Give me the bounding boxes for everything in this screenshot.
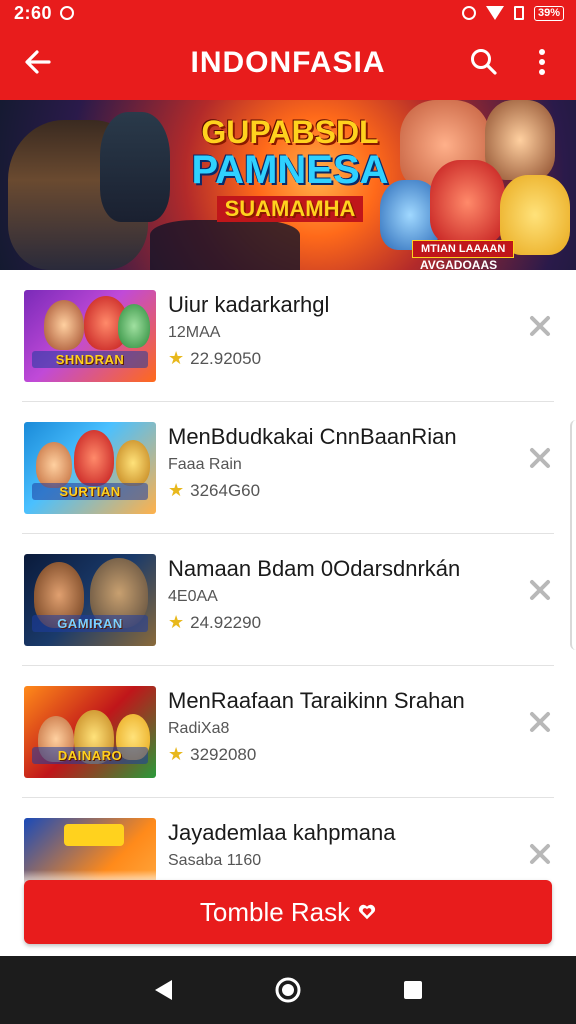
item-thumbnail: SHNDRAN (24, 290, 156, 382)
banner-crowd (150, 220, 300, 270)
promo-banner[interactable]: GUPABSDL PAMNESA SUAMAMHA MTIAN LAAAAN A… (0, 100, 576, 270)
item-subtitle: 4E0AA (168, 588, 218, 605)
rating-value: 3292080 (190, 744, 257, 764)
heart-icon (359, 904, 376, 920)
banner-character-red (430, 160, 505, 245)
item-subtitle: Sasaba 1160 (168, 852, 262, 869)
item-remove-button[interactable] (524, 442, 556, 474)
notification-icon (60, 6, 75, 20)
banner-title-line2: PAMNESA (191, 148, 389, 192)
banner-character-soldier (100, 112, 170, 222)
search-icon (471, 49, 497, 75)
battery-icon: 39% (533, 5, 564, 21)
star-icon: ★ (168, 480, 185, 500)
item-subtitle: 12MAA (168, 324, 221, 341)
item-title: MenBdudkakai CnnBaanRian (168, 424, 457, 449)
more-options-button[interactable] (528, 44, 556, 80)
back-button[interactable] (20, 44, 56, 80)
cta-label: Tomble Rask (199, 896, 351, 927)
status-bar: 2:60 39% (0, 0, 576, 26)
thumbnail-label: SHNDRAN (32, 351, 148, 368)
item-thumbnail: GAMIRAN (24, 554, 156, 646)
nav-back-icon (154, 980, 172, 1000)
item-subtitle: RadiXa8 (168, 720, 230, 737)
star-icon: ★ (168, 348, 185, 368)
close-icon (530, 712, 550, 732)
item-title: MenRaafaan Taraikinn Srahan (168, 688, 465, 713)
star-icon: ★ (168, 612, 185, 632)
item-remove-button[interactable] (524, 706, 556, 738)
item-rating: ★ 3292080 (168, 744, 256, 765)
more-vertical-icon (539, 49, 545, 75)
alarm-icon (461, 6, 476, 20)
thumbnail-character (116, 440, 150, 486)
arrow-left-icon (25, 50, 51, 74)
item-thumbnail: DAINARO (24, 686, 156, 778)
nav-home-icon (275, 977, 301, 1003)
scrollbar[interactable] (570, 420, 576, 650)
rating-value: 22.92050 (190, 348, 262, 368)
close-icon (530, 844, 550, 864)
banner-character-boy (485, 100, 555, 180)
list-item[interactable]: SHNDRAN Uiur kadarkarhgl 12MAA ★ 22.9205… (22, 270, 554, 402)
item-subtitle: Faaa Rain (168, 456, 242, 473)
thumbnail-label: SURTIAN (32, 483, 148, 500)
thumbnail-label: DAINARO (32, 747, 148, 764)
banner-badge-caption: AVGADOAAS (420, 258, 498, 270)
close-icon (530, 316, 550, 336)
item-rating: ★ 24.92290 (168, 612, 261, 633)
item-thumbnail: SURTIAN (24, 422, 156, 514)
item-title: Namaan Bdam 0Odarsdnrkán (168, 556, 461, 581)
banner-title-line1: GUPABSDL (201, 114, 379, 150)
status-icons: 39% (461, 5, 564, 21)
primary-action-button[interactable]: Tomble Rask (24, 880, 552, 944)
item-remove-button[interactable] (524, 838, 556, 870)
item-remove-button[interactable] (524, 310, 556, 342)
banner-title: GUPABSDL PAMNESA SUAMAMHA (185, 116, 395, 222)
nav-home-button[interactable] (268, 970, 308, 1010)
star-icon: ★ (168, 744, 185, 764)
nav-recents-button[interactable] (393, 970, 433, 1010)
list-item[interactable]: SURTIAN MenBdudkakai CnnBaanRian Faaa Ra… (22, 402, 554, 534)
status-time: 2:60 (14, 2, 53, 23)
nav-back-button[interactable] (143, 970, 183, 1010)
banner-badge: MTIAN LAAAAN (412, 240, 515, 258)
sim-icon (513, 6, 524, 20)
wifi-icon (485, 6, 504, 20)
thumbnail-character (36, 442, 72, 488)
thumbnail-character (74, 430, 114, 486)
list-item[interactable]: GAMIRAN Namaan Bdam 0Odarsdnrkán 4E0AA ★… (22, 534, 554, 666)
thumbnail-label: GAMIRAN (32, 615, 148, 632)
thumbnail-character (44, 300, 84, 350)
search-button[interactable] (466, 44, 502, 80)
list-item[interactable]: DAINARO MenRaafaan Taraikinn Srahan Radi… (22, 666, 554, 798)
banner-title-line3: SUAMAMHA (216, 196, 364, 222)
thumbnail-character (118, 304, 150, 348)
close-icon (530, 448, 550, 468)
game-list: SHNDRAN Uiur kadarkarhgl 12MAA ★ 22.9205… (0, 270, 576, 930)
rating-value: 24.92290 (190, 612, 262, 632)
system-nav-bar (0, 956, 576, 1024)
item-title: Uiur kadarkarhgl (168, 292, 330, 317)
item-remove-button[interactable] (524, 574, 556, 606)
item-rating: ★ 22.92050 (168, 348, 261, 369)
item-title: Jayademlaa kahpmana (168, 820, 396, 845)
app-bar: INDONFASIA (0, 26, 576, 100)
item-rating: ★ 3264G60 (168, 480, 260, 501)
rating-value: 3264G60 (190, 480, 261, 500)
close-icon (530, 580, 550, 600)
thumbnail-character (64, 824, 124, 846)
nav-recents-icon (404, 981, 423, 999)
